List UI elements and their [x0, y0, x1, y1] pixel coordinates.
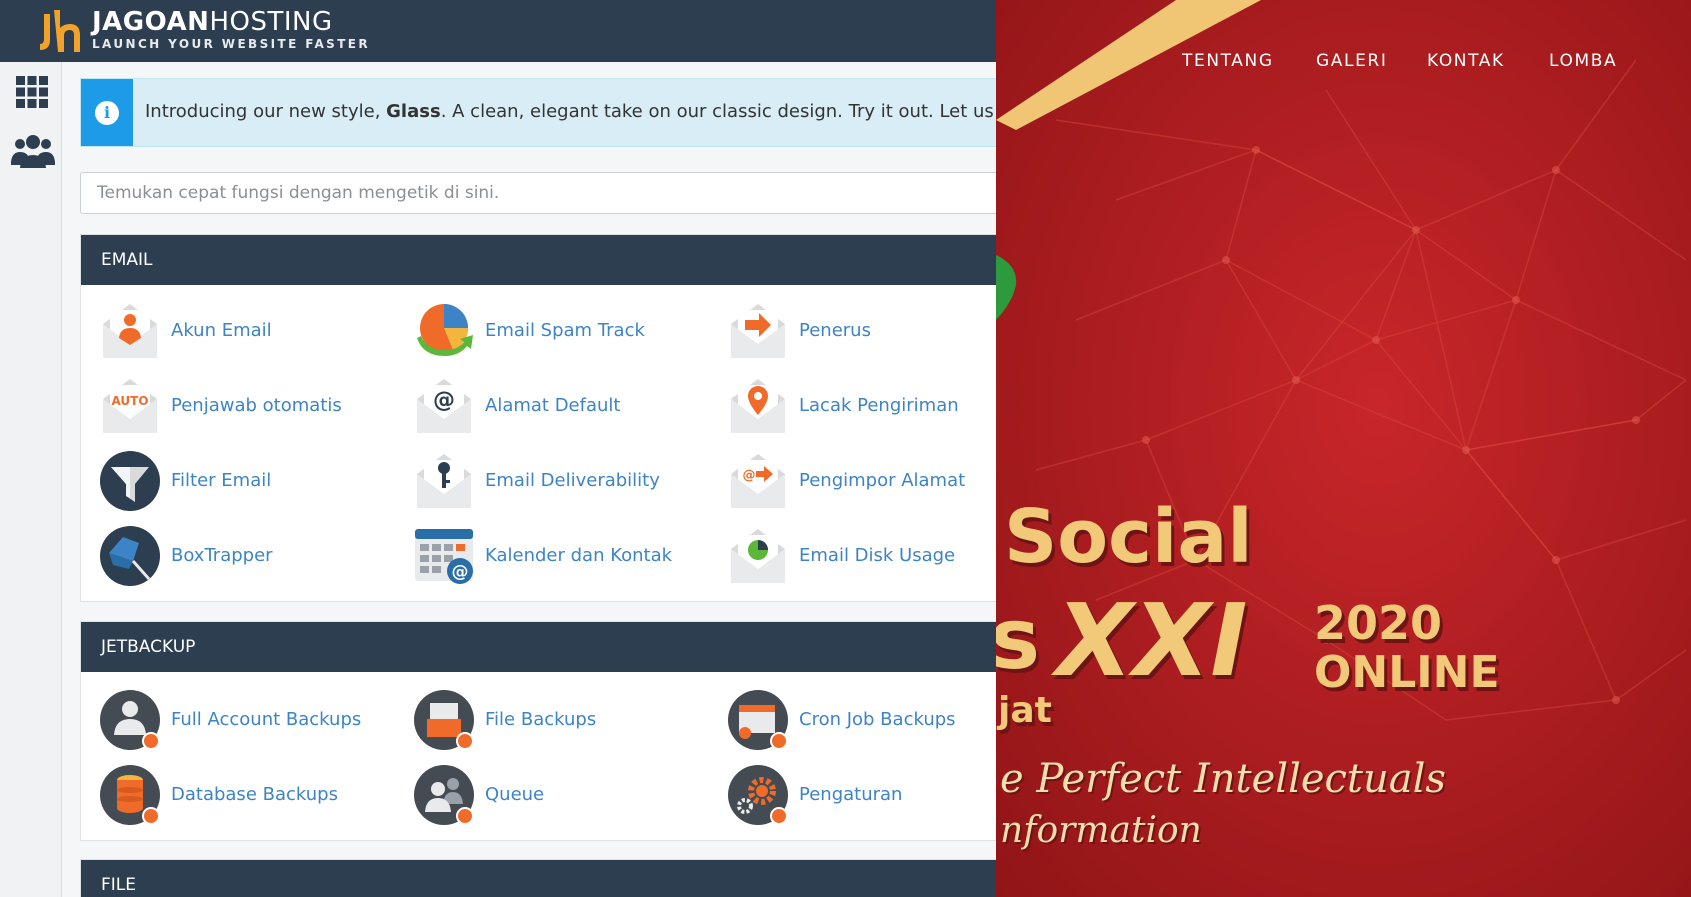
email-item-akun-email[interactable]: Akun Email	[99, 300, 399, 362]
email-item-email-disk-usage[interactable]: Email Disk Usage	[727, 525, 996, 587]
key-envelope-icon	[417, 454, 471, 508]
autoresponder-envelope-icon: AUTO	[103, 379, 157, 433]
notice-text-before: Introducing our new style,	[145, 101, 387, 122]
notice-glass-strong: Glass	[386, 101, 441, 122]
jagoanhosting-logo-icon[interactable]	[36, 8, 86, 54]
email-item-label: BoxTrapper	[171, 545, 273, 566]
nav-lomba[interactable]: LOMBA	[1549, 51, 1617, 71]
jetbackup-item-database[interactable]: Database Backups	[99, 764, 399, 826]
email-item-spam-track[interactable]: Email Spam Track	[413, 300, 713, 362]
jetbackup-item-label: Full Account Backups	[171, 709, 362, 730]
nav-kontak[interactable]: KONTAK	[1427, 51, 1505, 71]
email-item-label: Email Disk Usage	[799, 545, 956, 566]
event-online-badge: ONLINE	[1314, 647, 1500, 698]
database-backup-icon	[100, 765, 160, 825]
email-item-filter-email[interactable]: Filter Email	[99, 450, 399, 512]
email-item-label: Filter Email	[171, 470, 272, 491]
email-item-label: Pengimpor Alamat	[799, 470, 966, 491]
email-item-label: Penerus	[799, 320, 871, 341]
full-account-backup-icon	[100, 690, 160, 750]
settings-gear-icon	[728, 765, 788, 825]
jetbackup-item-label: Queue	[485, 784, 545, 805]
svg-text:AUTO: AUTO	[111, 394, 148, 408]
disk-usage-envelope-icon	[731, 529, 785, 583]
left-rail	[0, 62, 62, 897]
event-year: 2020	[1314, 596, 1443, 650]
event-slogan-line2: nformation	[1000, 810, 1202, 851]
jetbackup-item-full-account[interactable]: Full Account Backups	[99, 689, 399, 751]
email-item-email-deliverability[interactable]: Email Deliverability	[413, 450, 713, 512]
boxtrapper-icon	[100, 526, 160, 586]
address-importer-envelope-icon: @	[731, 454, 785, 508]
email-item-label: Akun Email	[171, 320, 272, 341]
info-icon: i	[95, 101, 119, 125]
brand-name-rest: HOSTING	[209, 7, 333, 37]
funnel-filter-icon	[100, 451, 160, 511]
forwarder-envelope-icon	[731, 304, 785, 358]
brand-name-bold: JAGOAN	[92, 7, 210, 37]
email-item-alamat-default[interactable]: @ Alamat Default	[413, 375, 713, 437]
email-item-label: Alamat Default	[485, 395, 621, 416]
brand-name: JAGOANHOSTING	[92, 7, 370, 37]
jetbackup-item-label: File Backups	[485, 709, 597, 730]
jetbackup-item-label: Pengaturan	[799, 784, 903, 805]
email-panel: EMAIL Akun Email Email Spam Track Peneru…	[80, 234, 996, 602]
users-group-icon[interactable]	[10, 132, 56, 172]
account-envelope-icon	[103, 304, 157, 358]
email-item-lacak-pengiriman[interactable]: Lacak Pengiriman	[727, 375, 996, 437]
svg-text:@: @	[743, 468, 756, 483]
glass-style-notice: i Introducing our new style, Glass. A cl…	[80, 78, 996, 147]
jetbackup-item-file[interactable]: File Backups	[413, 689, 713, 751]
notice-icon-box: i	[81, 79, 133, 146]
email-item-label: Lacak Pengiriman	[799, 395, 959, 416]
jetbackup-item-pengaturan[interactable]: Pengaturan	[727, 764, 996, 826]
email-item-label: Email Deliverability	[485, 470, 660, 491]
brand-tagline: LAUNCH YOUR WEBSITE FASTER	[92, 37, 371, 51]
file-panel: FILE	[80, 859, 996, 897]
nav-galeri[interactable]: GALERI	[1316, 51, 1387, 71]
email-item-kalender-kontak[interactable]: @ Kalender dan Kontak	[413, 525, 713, 587]
jetbackup-item-cron-job[interactable]: Cron Job Backups	[727, 689, 996, 751]
event-banner: TENTANG GALERI KONTAK LOMBA Social s XXI…	[996, 0, 1691, 897]
file-backup-icon	[414, 690, 474, 750]
email-item-penerus[interactable]: Penerus	[727, 300, 996, 362]
quick-search-input[interactable]	[80, 172, 996, 214]
jetbackup-item-label: Cron Job Backups	[799, 709, 956, 730]
apps-grid-icon[interactable]	[12, 72, 52, 112]
jetbackup-item-label: Database Backups	[171, 784, 338, 805]
jetbackup-panel-header[interactable]: JETBACKUP	[81, 622, 996, 672]
email-item-label: Email Spam Track	[485, 320, 645, 341]
file-panel-header[interactable]: FILE	[81, 860, 996, 897]
email-item-label: Kalender dan Kontak	[485, 545, 673, 566]
calendar-contacts-icon: @	[415, 529, 473, 584]
jetbackup-panel: JETBACKUP Full Account Backups File Back…	[80, 621, 996, 841]
top-header: JAGOANHOSTING LAUNCH YOUR WEBSITE FASTER	[0, 0, 996, 62]
nav-tentang[interactable]: TENTANG	[1182, 51, 1274, 71]
svg-text:@: @	[452, 562, 469, 582]
cpanel-window: JAGOANHOSTING LAUNCH YOUR WEBSITE FASTER…	[0, 0, 996, 897]
event-title-roman-numeral: XXI	[1056, 582, 1248, 699]
email-panel-header[interactable]: EMAIL	[81, 235, 996, 285]
queue-icon	[414, 765, 474, 825]
event-title-line1: Social	[1004, 494, 1253, 580]
track-delivery-envelope-icon	[731, 379, 785, 433]
email-item-label: Penjawab otomatis	[171, 395, 342, 416]
default-address-envelope-icon: @	[417, 379, 471, 433]
event-slogan-line1: e Perfect Intellectuals	[1000, 756, 1446, 802]
cron-job-backup-icon	[728, 690, 788, 750]
svg-text:@: @	[433, 388, 455, 413]
email-item-boxtrapper[interactable]: BoxTrapper	[99, 525, 399, 587]
spam-pie-chart-icon	[417, 304, 473, 356]
notice-text: Introducing our new style, Glass. A clea…	[145, 101, 996, 122]
jetbackup-item-queue[interactable]: Queue	[413, 764, 713, 826]
brand: JAGOANHOSTING LAUNCH YOUR WEBSITE FASTER	[92, 7, 370, 51]
event-title-line2a: s	[996, 590, 1040, 688]
event-title-line3: jat	[998, 690, 1052, 731]
email-item-pengimpor-alamat[interactable]: @ Pengimpor Alamat	[727, 450, 996, 512]
notice-text-after: . A clean, elegant take on our classic d…	[440, 101, 996, 122]
email-item-penjawab-otomatis[interactable]: AUTO Penjawab otomatis	[99, 375, 399, 437]
